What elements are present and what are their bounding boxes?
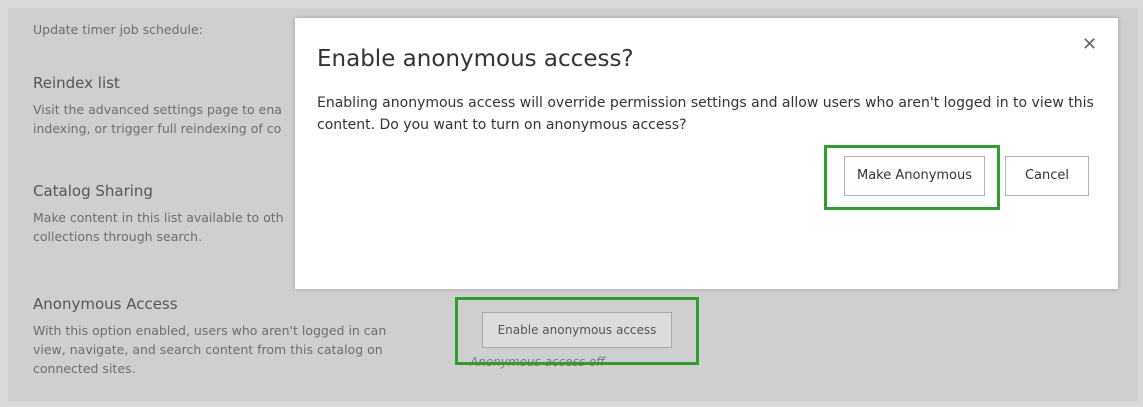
dialog-title: Enable anonymous access? — [317, 46, 634, 72]
close-icon[interactable]: ✕ — [1082, 35, 1097, 55]
reindex-description: Visit the advanced settings page to ena … — [33, 102, 282, 136]
dialog-message: Enabling anonymous access will override … — [317, 95, 1094, 133]
enable-anonymous-dialog: Enable anonymous access? ✕ Enabling anon… — [295, 18, 1118, 289]
timer-job-label: Update timer job schedule: — [33, 22, 203, 37]
highlight-enable-button — [455, 297, 699, 365]
anonymous-access-description: With this option enabled, users who aren… — [33, 323, 387, 376]
highlight-make-anonymous — [824, 145, 1000, 210]
reindex-title: Reindex list — [33, 74, 120, 92]
cancel-button[interactable]: Cancel — [1005, 156, 1089, 196]
catalog-sharing-title: Catalog Sharing — [33, 182, 153, 200]
anonymous-access-title: Anonymous Access — [33, 295, 178, 313]
catalog-sharing-description: Make content in this list available to o… — [33, 210, 284, 244]
